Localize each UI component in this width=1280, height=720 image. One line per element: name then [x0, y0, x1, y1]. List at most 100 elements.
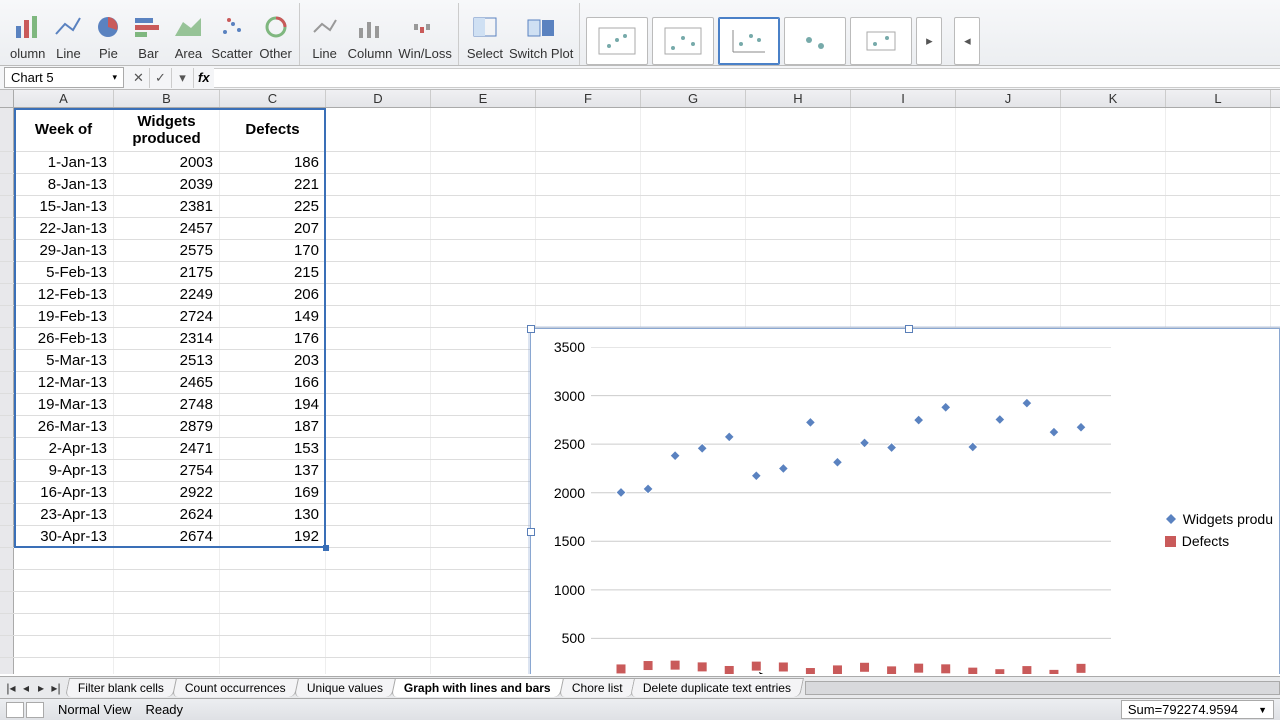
col-header-G[interactable]: G: [641, 90, 746, 107]
cell[interactable]: 225: [220, 196, 326, 217]
cell[interactable]: 169: [220, 482, 326, 503]
win/loss-button[interactable]: Win/Loss: [398, 10, 451, 65]
cell[interactable]: 16-Apr-13: [14, 482, 114, 503]
col-header-A[interactable]: A: [14, 90, 114, 107]
sheet-tab[interactable]: Filter blank cells: [65, 678, 177, 697]
scatter-button[interactable]: Scatter: [211, 10, 252, 65]
cell[interactable]: 166: [220, 372, 326, 393]
resize-handle[interactable]: [527, 528, 535, 536]
area-button[interactable]: Area: [171, 10, 205, 65]
data-row[interactable]: 29-Jan-132575170: [0, 240, 1280, 262]
data-row[interactable]: 8-Jan-132039221: [0, 174, 1280, 196]
cell[interactable]: 2003: [114, 152, 220, 173]
cell[interactable]: 186: [220, 152, 326, 173]
sheet-tab[interactable]: Graph with lines and bars: [391, 678, 564, 697]
cell[interactable]: 2879: [114, 416, 220, 437]
data-point[interactable]: [995, 669, 1005, 674]
olumn-button[interactable]: olumn: [10, 10, 45, 65]
cell[interactable]: 203: [220, 350, 326, 371]
data-point[interactable]: [751, 471, 761, 481]
data-point[interactable]: [832, 665, 842, 674]
data-point[interactable]: [697, 662, 707, 672]
cell[interactable]: 192: [220, 526, 326, 547]
cell[interactable]: 22-Jan-13: [14, 218, 114, 239]
cell[interactable]: 215: [220, 262, 326, 283]
layout-3[interactable]: [718, 17, 780, 65]
cell[interactable]: 221: [220, 174, 326, 195]
selection-handle[interactable]: [323, 545, 329, 551]
other-button[interactable]: Other: [259, 10, 293, 65]
layout-4[interactable]: [784, 17, 846, 65]
cell[interactable]: 2-Apr-13: [14, 438, 114, 459]
layout-2[interactable]: [652, 17, 714, 65]
cell[interactable]: 26-Mar-13: [14, 416, 114, 437]
cell[interactable]: 207: [220, 218, 326, 239]
col-header-B[interactable]: B: [114, 90, 220, 107]
data-row[interactable]: 19-Feb-132724149: [0, 306, 1280, 328]
cell[interactable]: 2039: [114, 174, 220, 195]
gallery-next[interactable]: ▸: [916, 17, 942, 65]
data-point[interactable]: [914, 415, 924, 425]
sheet-tab[interactable]: Chore list: [558, 678, 635, 697]
layout-5[interactable]: [850, 17, 912, 65]
cell[interactable]: 2457: [114, 218, 220, 239]
col-header-F[interactable]: F: [536, 90, 641, 107]
fx-dropdown[interactable]: ▾: [172, 68, 194, 88]
cell[interactable]: 2513: [114, 350, 220, 371]
layout-1[interactable]: [586, 17, 648, 65]
data-point[interactable]: [914, 663, 924, 673]
cell[interactable]: 1-Jan-13: [14, 152, 114, 173]
cell[interactable]: 2724: [114, 306, 220, 327]
select-all-corner[interactable]: [0, 90, 14, 107]
data-point[interactable]: [860, 438, 870, 448]
cell[interactable]: 15-Jan-13: [14, 196, 114, 217]
cell[interactable]: 2575: [114, 240, 220, 261]
gallery-prev[interactable]: ◂: [954, 17, 980, 65]
cell[interactable]: 2175: [114, 262, 220, 283]
data-point[interactable]: [643, 661, 653, 671]
cell[interactable]: 170: [220, 240, 326, 261]
cell[interactable]: 130: [220, 504, 326, 525]
cell[interactable]: 149: [220, 306, 326, 327]
col-header-E[interactable]: E: [431, 90, 536, 107]
cell[interactable]: 187: [220, 416, 326, 437]
cell[interactable]: 12-Mar-13: [14, 372, 114, 393]
cell[interactable]: 2748: [114, 394, 220, 415]
confirm-icon[interactable]: ✓: [150, 68, 172, 88]
sheet-tab[interactable]: Unique values: [294, 678, 396, 697]
cell[interactable]: 2249: [114, 284, 220, 305]
column-button[interactable]: Column: [348, 10, 393, 65]
sheet-tab[interactable]: Delete duplicate text entries: [630, 678, 804, 697]
bar-button[interactable]: Bar: [131, 10, 165, 65]
page-layout-view-icon[interactable]: [26, 702, 44, 718]
data-point[interactable]: [724, 432, 734, 442]
cancel-icon[interactable]: ✕: [128, 68, 150, 88]
col-header-D[interactable]: D: [326, 90, 431, 107]
cell[interactable]: 137: [220, 460, 326, 481]
data-point[interactable]: [697, 443, 707, 453]
data-row[interactable]: 12-Feb-132249206: [0, 284, 1280, 306]
cell[interactable]: 2674: [114, 526, 220, 547]
tab-next[interactable]: ▸: [34, 681, 48, 695]
sum-display[interactable]: Sum=792274.9594▼: [1121, 700, 1274, 719]
cell[interactable]: 19-Mar-13: [14, 394, 114, 415]
tab-last[interactable]: ▸|: [49, 681, 63, 695]
data-point[interactable]: [616, 487, 626, 497]
data-point[interactable]: [778, 662, 788, 672]
cell[interactable]: 2624: [114, 504, 220, 525]
resize-handle[interactable]: [905, 325, 913, 333]
cell[interactable]: 29-Jan-13: [14, 240, 114, 261]
tab-first[interactable]: |◂: [4, 681, 18, 695]
data-point[interactable]: [832, 457, 842, 467]
name-box[interactable]: Chart 5▾: [4, 67, 124, 88]
data-point[interactable]: [1022, 398, 1032, 408]
col-header-H[interactable]: H: [746, 90, 851, 107]
data-point[interactable]: [887, 666, 897, 674]
line-button[interactable]: Line: [308, 10, 342, 65]
data-point[interactable]: [1049, 669, 1059, 674]
col-header-C[interactable]: C: [220, 90, 326, 107]
cell[interactable]: 26-Feb-13: [14, 328, 114, 349]
data-point[interactable]: [1049, 427, 1059, 437]
chart-legend[interactable]: Widgets produ Defects: [1165, 505, 1273, 555]
data-point[interactable]: [941, 402, 951, 412]
